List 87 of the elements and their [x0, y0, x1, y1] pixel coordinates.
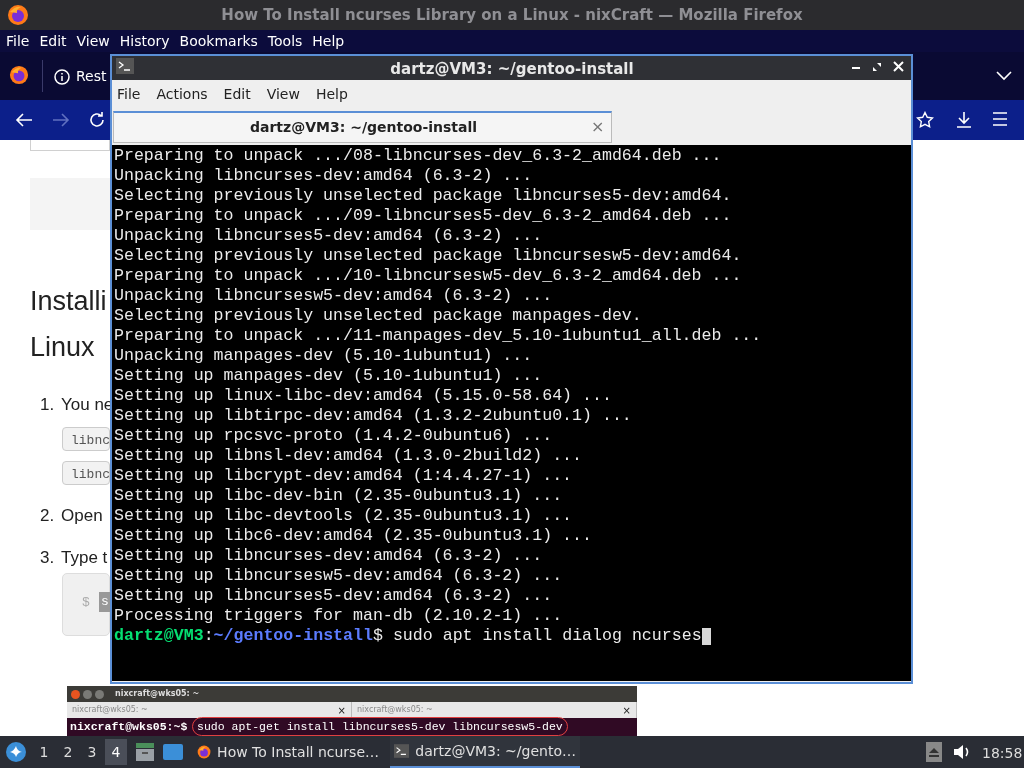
output-line: Setting up manpages-dev (5.10-1ubuntu1) ... [114, 366, 543, 386]
step-text: Type t [61, 547, 108, 569]
output-line: Setting up libnsl-dev:amd64 (1.3.0-2build2) ... [114, 446, 583, 466]
output-line: Setting up libc-dev-bin (2.35-0ubuntu3.1) ... [114, 486, 563, 506]
output-line: Selecting previously unselected package manpages-dev. [114, 306, 642, 326]
step-text: Open [61, 505, 103, 527]
prompt-text: $ [82, 594, 90, 612]
close-icon[interactable] [893, 61, 904, 72]
close-text: × [337, 703, 346, 718]
output-line: Selecting previously unselected package libncurses5-dev:amd64. [114, 186, 732, 206]
code-snippet: libnc [62, 427, 110, 451]
workspace-button[interactable]: 4 [105, 739, 127, 765]
menu-item[interactable]: View [261, 84, 305, 105]
download-icon[interactable] [955, 111, 973, 129]
menu-icon[interactable] [992, 112, 1008, 126]
output-line: Preparing to unpack .../10-libncursesw5-dev_6.3-2_amd64.deb ... [114, 266, 742, 286]
workspace-button[interactable]: 3 [81, 739, 103, 765]
command-text: sudo apt install dialog ncurses [392, 626, 702, 646]
tab-label[interactable]: Rest [76, 66, 107, 87]
prompt-text: nixcraft@wks05:~$ [70, 719, 188, 735]
firefox-icon [7, 4, 29, 26]
menu-item[interactable]: Bookmarks [179, 30, 258, 52]
output-line: Unpacking libncurses-dev:amd64 (6.3-2) ... [114, 166, 533, 186]
maximize-icon[interactable] [872, 62, 882, 72]
menu-item[interactable]: Edit [39, 30, 67, 52]
taskbar-task[interactable]: How To Install ncurse… [193, 736, 383, 768]
heading: Linux [30, 331, 95, 364]
list-number: 2. [40, 505, 55, 527]
output-line: Setting up libcrypt-dev:amd64 (1:4.4.27-1) ... [114, 466, 573, 486]
output-line: Setting up libncurses5-dev:amd64 (6.3-2) ... [114, 586, 553, 606]
menu-item[interactable]: Tools [267, 30, 303, 52]
prompt-path: ~/gentoo-install [213, 626, 373, 646]
menu-item[interactable]: File [112, 84, 146, 105]
info-icon [54, 68, 70, 85]
chevron-down-icon[interactable] [996, 71, 1012, 81]
screenshot-title: nixcraft@wks05: ~ [115, 688, 200, 700]
terminal-icon [116, 58, 134, 74]
forward-icon[interactable] [52, 112, 70, 128]
output-line: Setting up libc6-dev:amd64 (2.35-0ubuntu3.1) ... [114, 526, 592, 546]
reload-icon[interactable] [88, 111, 106, 129]
list-number: 3. [40, 547, 55, 569]
workspace-button[interactable]: 2 [57, 739, 79, 765]
firefox-icon [9, 65, 29, 85]
output-line: Processing triggers for man-db (2.10.2-1) ... [114, 606, 563, 626]
tab-label: nixcraft@wks05: ~ [72, 704, 148, 716]
clock: 18:58 [982, 744, 1023, 763]
output-line: Preparing to unpack .../08-libncurses-dev_6.3-2_amd64.deb ... [114, 146, 722, 166]
output-line: Selecting previously unselected package libncursesw5-dev:amd64. [114, 246, 742, 266]
output-line: Preparing to unpack .../09-libncurses5-dev_6.3-2_amd64.deb ... [114, 206, 732, 226]
list-number: 1. [40, 394, 55, 416]
output-line: Unpacking libncursesw5-dev:amd64 (6.3-2) ... [114, 286, 553, 306]
menu-item[interactable]: Help [310, 84, 353, 105]
back-icon[interactable] [15, 112, 33, 128]
close-text: × [622, 703, 631, 718]
output-line: Unpacking manpages-dev (5.10-1ubuntu1) ... [114, 346, 533, 366]
menu-item[interactable]: Help [312, 30, 345, 52]
output-line: Preparing to unpack .../11-manpages-dev_5.10-1ubuntu1_all.deb ... [114, 326, 762, 346]
star-icon[interactable] [916, 111, 934, 129]
taskbar-task[interactable]: dartz@VM3: ~/gento… [390, 736, 580, 768]
tab-label: nixcraft@wks05: ~ [357, 704, 433, 716]
menu-item[interactable]: File [6, 30, 30, 52]
output-line: Setting up linux-libc-dev:amd64 (5.15.0-58.64) ... [114, 386, 612, 406]
close-text[interactable]: × [591, 115, 605, 139]
menu-item[interactable]: Actions [151, 84, 213, 105]
file-cabinet-icon[interactable] [134, 741, 156, 763]
menu-item[interactable]: View [76, 30, 110, 52]
menu-item[interactable]: Edit [218, 84, 256, 105]
output-line: Unpacking libncurses5-dev:amd64 (6.3-2) ... [114, 226, 543, 246]
code-snippet: libnc [62, 461, 110, 485]
output-line: Setting up libncursesw5-dev:amd64 (6.3-2) ... [114, 566, 563, 586]
output-line: Setting up libc-devtools (2.35-0ubuntu3.1) ... [114, 506, 573, 526]
output-line: Setting up libncurses-dev:amd64 (6.3-2) ... [114, 546, 543, 566]
prompt-separator: : [203, 626, 214, 646]
cursor [701, 627, 711, 645]
workspace-button[interactable]: 1 [33, 739, 55, 765]
window-title: How To Install ncurses Library on a Linux - nixCraft — Mozilla Firefox [221, 4, 803, 26]
terminal-icon [394, 743, 410, 759]
eject-icon[interactable] [926, 742, 942, 762]
prompt-user: dartz@VM3 [114, 626, 204, 646]
window-title: dartz@VM3: ~/gentoo-install [389, 59, 635, 80]
menu-item[interactable]: History [119, 30, 170, 52]
output-line: Setting up libtirpc-dev:amd64 (1.3.2-2ubuntu0.1) ... [114, 406, 632, 426]
output-line: Setting up rpcsvc-proto (1.4.2-0ubuntu6) ... [114, 426, 553, 446]
heading: Installi [30, 285, 107, 318]
window-icon[interactable] [162, 742, 184, 762]
command-text: s [99, 592, 111, 612]
prompt-symbol: $ [372, 626, 383, 646]
